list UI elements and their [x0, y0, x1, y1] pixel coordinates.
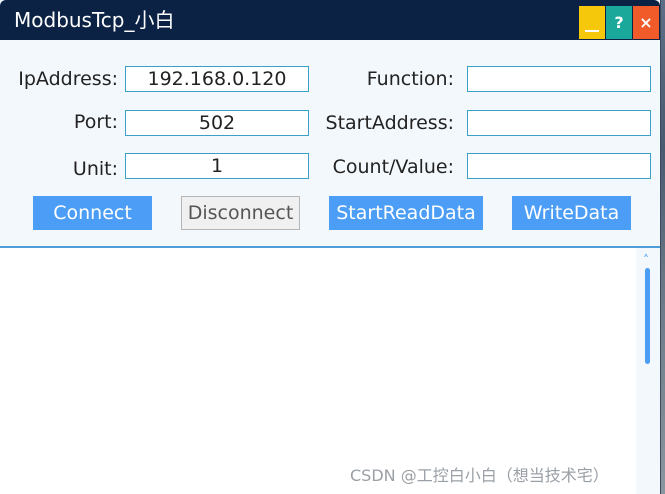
function-input[interactable]	[467, 66, 651, 92]
port-label: Port:	[73, 111, 118, 133]
start-read-data-button[interactable]: StartReadData	[329, 196, 483, 230]
connect-button[interactable]: Connect	[33, 196, 152, 230]
ip-address-label: IpAddress:	[18, 68, 118, 90]
title-bar[interactable]: ModbusTcp_小白 ? ×	[0, 0, 660, 40]
watermark: CSDN @工控白小白（想当技术宅）	[350, 466, 609, 485]
function-label: Function:	[366, 68, 454, 90]
minimize-icon	[585, 30, 599, 32]
chevron-up-icon[interactable]: ˄	[643, 254, 649, 266]
write-data-button[interactable]: WriteData	[512, 196, 631, 230]
output-scrollbar[interactable]: ˄	[636, 248, 660, 494]
unit-label: Unit:	[72, 158, 118, 180]
count-value-input[interactable]	[467, 153, 651, 179]
start-address-input[interactable]	[467, 110, 651, 136]
minimize-button[interactable]	[579, 6, 605, 39]
help-button[interactable]: ?	[606, 6, 632, 39]
unit-input[interactable]	[125, 153, 309, 179]
scroll-thumb[interactable]	[645, 268, 650, 364]
start-address-label: StartAddress:	[325, 112, 454, 134]
disconnect-button[interactable]: Disconnect	[181, 196, 300, 230]
count-value-label: Count/Value:	[332, 156, 454, 178]
ip-address-input[interactable]	[125, 66, 309, 92]
app-window: ModbusTcp_小白 ? × IpAddress: Port: Unit: …	[0, 0, 661, 494]
port-input[interactable]	[125, 110, 309, 136]
close-button[interactable]: ×	[633, 6, 659, 39]
output-log[interactable]	[0, 248, 636, 494]
window-title: ModbusTcp_小白	[14, 8, 175, 32]
